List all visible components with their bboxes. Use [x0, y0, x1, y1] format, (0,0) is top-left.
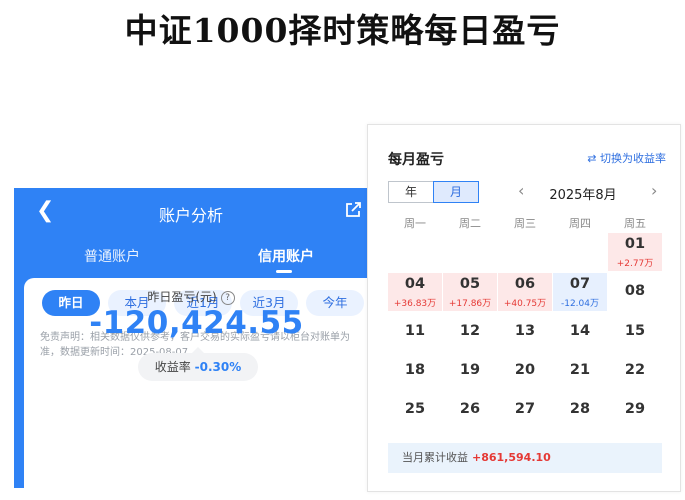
- calendar-day-number: 08: [624, 283, 646, 299]
- calendar-day-pnl: +36.83万: [393, 299, 437, 309]
- calendar-day[interactable]: 21: [553, 352, 607, 390]
- calendar-day[interactable]: 25: [388, 391, 442, 429]
- calendar-day-number: 15: [624, 323, 646, 339]
- month-total-value: +861,594.10: [472, 451, 551, 464]
- share-icon[interactable]: [344, 201, 362, 219]
- calendar-day[interactable]: 05 +17.86万: [443, 273, 497, 311]
- account-analysis-panel: ❮ 账户分析 普通账户 信用账户 昨日 本月 近1月 近3月 今年 免责声明：相…: [14, 188, 368, 488]
- tab-credit-account[interactable]: 信用账户: [258, 246, 314, 266]
- calendar-day[interactable]: 01 +2.77万: [608, 233, 662, 271]
- calendar-day-number: 29: [624, 401, 646, 417]
- calendar-day[interactable]: 13: [498, 313, 552, 351]
- calendar-day-number: 19: [459, 362, 481, 378]
- active-tab-indicator: [276, 270, 292, 273]
- calendar-day[interactable]: 06 +40.75万: [498, 273, 552, 311]
- calendar-day-number: 07: [569, 276, 591, 292]
- calendar-day[interactable]: 28: [553, 391, 607, 429]
- weekday-tue: 周二: [459, 217, 481, 230]
- return-value: -0.30%: [194, 360, 242, 374]
- tab-month[interactable]: 月: [433, 181, 479, 203]
- calendar-day[interactable]: 04 +36.83万: [388, 273, 442, 311]
- calendar-day[interactable]: 15: [608, 313, 662, 351]
- calendar-day-number: 11: [404, 323, 426, 339]
- account-tabs: 普通账户 信用账户: [14, 234, 368, 278]
- chevron-left-icon[interactable]: ‹: [518, 183, 524, 199]
- calendar-day-pnl: +2.77万: [616, 259, 654, 269]
- weekday-thu: 周四: [569, 217, 591, 230]
- calendar-day-number: 06: [514, 276, 536, 292]
- chevron-right-icon[interactable]: ›: [651, 183, 657, 199]
- calendar-day-number: 28: [569, 401, 591, 417]
- calendar-day[interactable]: 08: [608, 273, 662, 311]
- calendar-day[interactable]: 11: [388, 313, 442, 351]
- weekday-wed: 周三: [514, 217, 536, 230]
- weekday-fri: 周五: [624, 217, 646, 230]
- calendar-day-number: 20: [514, 362, 536, 378]
- return-rate-badge: 收益率 -0.30%: [138, 353, 258, 381]
- tab-normal-account[interactable]: 普通账户: [84, 246, 140, 266]
- month-total-label: 当月累计收益: [402, 451, 468, 464]
- calendar-day-number: 04: [404, 276, 426, 292]
- calendar-day-pnl: -12.04万: [560, 299, 599, 309]
- calendar-day[interactable]: 29: [608, 391, 662, 429]
- calendar-day[interactable]: 14: [553, 313, 607, 351]
- calendar-day-number: 01: [624, 236, 646, 252]
- page-headline: 中证1000择时策略每日盈亏: [124, 11, 561, 50]
- page-title: 账户分析: [158, 206, 223, 225]
- calendar-day-number: 27: [514, 401, 536, 417]
- help-icon[interactable]: ?: [220, 290, 235, 305]
- calendar-day-number: 26: [459, 401, 481, 417]
- calendar-day[interactable]: 19: [443, 352, 497, 390]
- monthly-pnl-calendar: 每月盈亏 ⇄ 切换为收益率 年 月 ‹ 2025年8月 › 周一 周二 周三 周…: [367, 124, 681, 492]
- tab-year[interactable]: 年: [388, 181, 434, 203]
- calendar-day[interactable]: 22: [608, 352, 662, 390]
- pnl-label-row: 昨日盈亏(元)?: [14, 288, 368, 305]
- calendar-day[interactable]: 07 -12.04万: [553, 273, 607, 311]
- switch-to-return-button[interactable]: ⇄ 切换为收益率: [587, 150, 666, 166]
- month-label: 2025年8月: [549, 188, 617, 203]
- calendar-day[interactable]: 18: [388, 352, 442, 390]
- calendar-day-number: 22: [624, 362, 646, 378]
- calendar-day-number: 21: [569, 362, 591, 378]
- calendar-day-number: 18: [404, 362, 426, 378]
- weekday-mon: 周一: [404, 217, 426, 230]
- month-total-bar: 当月累计收益 +861,594.10: [388, 443, 662, 473]
- calendar-day-number: 13: [514, 323, 536, 339]
- phone-header: ❮ 账户分析: [14, 188, 368, 234]
- calendar-day-number: 14: [569, 323, 591, 339]
- calendar-day-pnl: +17.86万: [448, 299, 492, 309]
- return-label: 收益率: [154, 360, 191, 374]
- calendar-day[interactable]: 20: [498, 352, 552, 390]
- calendar-title: 每月盈亏: [388, 152, 444, 168]
- calendar-day-number: 05: [459, 276, 481, 292]
- calendar-day[interactable]: 26: [443, 391, 497, 429]
- pnl-value: -120,424.55: [89, 305, 304, 341]
- pnl-label: 昨日盈亏(元): [147, 290, 217, 304]
- calendar-day[interactable]: 27: [498, 391, 552, 429]
- calendar-day-number: 12: [459, 323, 481, 339]
- calendar-day-number: 25: [404, 401, 426, 417]
- calendar-day[interactable]: 12: [443, 313, 497, 351]
- calendar-day-pnl: +40.75万: [503, 299, 547, 309]
